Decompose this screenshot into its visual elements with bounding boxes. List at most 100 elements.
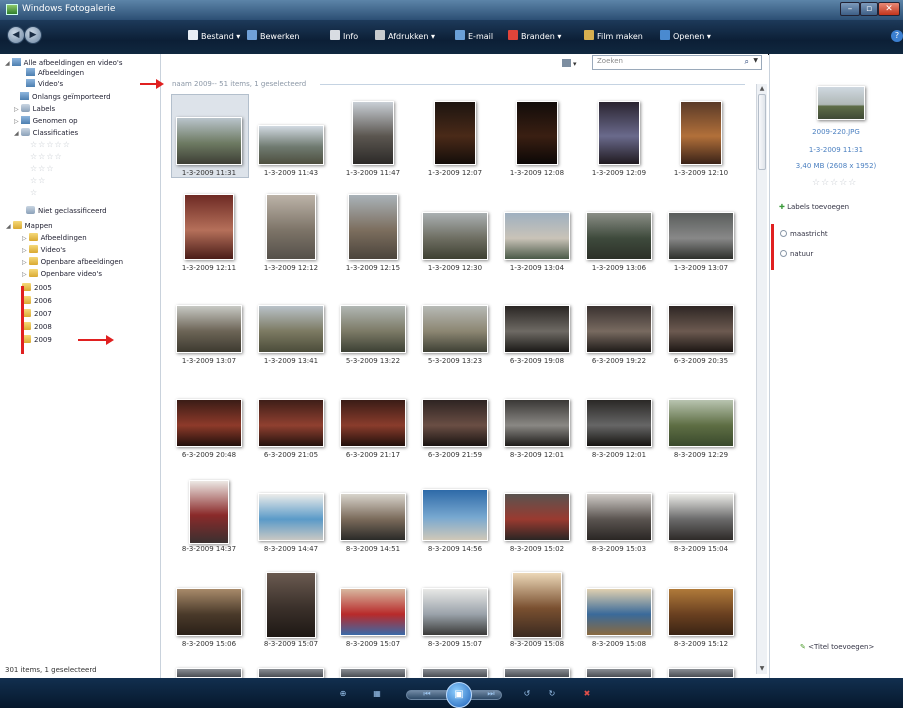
photo-caption[interactable]: 1-3-2009 13:07 — [170, 357, 248, 365]
rating-filter-1-stars[interactable]: ☆ — [30, 188, 38, 197]
photo-thumbnail[interactable] — [422, 399, 488, 447]
toolbar-bewerken-button[interactable]: Bewerken — [247, 30, 300, 44]
photo-caption[interactable]: 1-3-2009 12:30 — [416, 264, 494, 272]
photo-caption[interactable]: 1-3-2009 12:08 — [498, 169, 576, 177]
photo-caption[interactable]: 1-3-2009 12:10 — [662, 169, 740, 177]
photo-caption[interactable]: 8-3-2009 12:01 — [498, 451, 576, 459]
sidebar-item-video-s[interactable]: ▷ Video's — [22, 245, 66, 254]
photo-thumbnail[interactable] — [586, 668, 652, 678]
photo-thumbnail[interactable] — [176, 305, 242, 353]
photo-thumbnail[interactable] — [586, 305, 652, 353]
photo-caption[interactable]: 6-3-2009 19:22 — [580, 357, 658, 365]
sidebar-item-onlangs-ge-mporteerd[interactable]: Onlangs geïmporteerd — [20, 92, 111, 101]
photo-thumbnail[interactable] — [340, 588, 406, 636]
rating-filter-2-stars[interactable]: ☆☆ — [30, 176, 46, 185]
expander-icon[interactable]: ◢ — [14, 130, 19, 137]
photo-thumbnail[interactable] — [504, 305, 570, 353]
photo-caption[interactable]: 1-3-2009 13:04 — [498, 264, 576, 272]
toolbar-film-maken-button[interactable]: Film maken — [584, 30, 643, 44]
expander-icon[interactable]: ▷ — [14, 118, 19, 125]
vertical-scrollbar[interactable]: ▲ ▼ — [756, 84, 767, 674]
photo-caption[interactable]: 8-3-2009 15:08 — [498, 640, 576, 648]
photo-caption[interactable]: 1-3-2009 12:09 — [580, 169, 658, 177]
photo-caption[interactable]: 8-3-2009 15:04 — [662, 545, 740, 553]
photo-thumbnail[interactable] — [504, 668, 570, 678]
sidebar-item-openbare-video-s[interactable]: ▷ Openbare video's — [22, 269, 102, 278]
photo-thumbnail[interactable] — [258, 493, 324, 541]
photo-caption[interactable]: 8-3-2009 15:12 — [662, 640, 740, 648]
photo-caption[interactable]: 1-3-2009 13:06 — [580, 264, 658, 272]
photo-thumbnail[interactable] — [586, 212, 652, 260]
rotate-left-icon[interactable]: ↺ — [520, 688, 534, 700]
photo-thumbnail[interactable] — [586, 588, 652, 636]
sidebar-item-genomen-op[interactable]: ▷ Genomen op — [14, 116, 78, 125]
photo-thumbnail[interactable] — [352, 101, 394, 165]
photo-caption[interactable]: 8-3-2009 14:47 — [252, 545, 330, 553]
photo-caption[interactable]: 8-3-2009 15:06 — [170, 640, 248, 648]
sidebar-item-alle-afbeeldingen-en-video-s[interactable]: ◢ Alle afbeeldingen en video's — [5, 58, 123, 67]
close-button[interactable]: ✕ — [878, 2, 900, 16]
info-datetime[interactable]: 1-3-2009 11:31 — [776, 146, 896, 154]
add-title-link[interactable]: ✎ <Titel toevoegen> — [800, 643, 874, 651]
rotate-right-icon[interactable]: ↻ — [545, 688, 559, 700]
photo-caption[interactable]: 1-3-2009 12:11 — [170, 264, 248, 272]
photo-thumbnail[interactable] — [586, 493, 652, 541]
slideshow-icon[interactable]: ▣ — [446, 682, 472, 708]
toolbar-branden-button[interactable]: Branden ▾ — [508, 30, 561, 44]
search-dropdown-icon[interactable]: ▼ — [753, 57, 758, 64]
photo-thumbnail[interactable] — [422, 668, 488, 678]
photo-caption[interactable]: 1-3-2009 11:47 — [334, 169, 412, 177]
view-options-button[interactable]: ▾ — [562, 59, 584, 71]
toolbar-afdrukken-button[interactable]: Afdrukken ▾ — [375, 30, 435, 44]
rating-filter-4-stars[interactable]: ☆☆☆☆ — [30, 152, 63, 161]
photo-caption[interactable]: 5-3-2009 13:22 — [334, 357, 412, 365]
photo-thumbnail[interactable] — [422, 588, 488, 636]
photo-thumbnail[interactable] — [258, 668, 324, 678]
photo-thumbnail[interactable] — [434, 101, 476, 165]
photo-caption[interactable]: 8-3-2009 15:07 — [334, 640, 412, 648]
photo-caption[interactable]: 1-3-2009 12:15 — [334, 264, 412, 272]
photo-caption[interactable]: 1-3-2009 13:07 — [662, 264, 740, 272]
photo-caption[interactable]: 6-3-2009 21:05 — [252, 451, 330, 459]
photo-thumbnail[interactable] — [176, 588, 242, 636]
photo-caption[interactable]: 8-3-2009 12:01 — [580, 451, 658, 459]
scrollbar-thumb[interactable] — [758, 94, 766, 170]
sidebar-item-video-s[interactable]: Video's — [26, 79, 63, 88]
sidebar-item-labels[interactable]: ▷ Labels — [14, 104, 55, 113]
photo-thumbnail[interactable] — [258, 399, 324, 447]
scroll-up-icon[interactable]: ▲ — [757, 84, 767, 94]
photo-thumbnail[interactable] — [422, 212, 488, 260]
sidebar-item-2007[interactable]: 2007 — [22, 309, 52, 318]
scroll-down-icon[interactable]: ▼ — [757, 664, 767, 674]
photo-thumbnail[interactable] — [258, 125, 324, 165]
toolbar-e-mail-button[interactable]: E-mail — [455, 30, 493, 44]
photo-thumbnail[interactable] — [586, 399, 652, 447]
toolbar-bestand-button[interactable]: Bestand ▾ — [188, 30, 240, 44]
expander-icon[interactable]: ▷ — [14, 106, 19, 113]
photo-thumbnail[interactable] — [176, 117, 242, 165]
add-labels-link[interactable]: ✚ Labels toevoegen — [779, 203, 849, 211]
photo-thumbnail[interactable] — [668, 493, 734, 541]
photo-thumbnail[interactable] — [668, 305, 734, 353]
photo-caption[interactable]: 6-3-2009 19:08 — [498, 357, 576, 365]
photo-caption[interactable]: 8-3-2009 15:03 — [580, 545, 658, 553]
sidebar-item-classificaties[interactable]: ◢ Classificaties — [14, 128, 78, 137]
rating-filter-3-stars[interactable]: ☆☆☆ — [30, 164, 55, 173]
search-input[interactable]: Zoeken ⌕ ▼ — [592, 55, 762, 70]
expander-icon[interactable]: ◢ — [5, 60, 10, 67]
zoom-icon[interactable]: ⊕ — [336, 688, 350, 700]
photo-thumbnail[interactable] — [189, 480, 229, 544]
photo-caption[interactable]: 8-3-2009 15:08 — [580, 640, 658, 648]
photo-thumbnail[interactable] — [504, 212, 570, 260]
expander-icon[interactable]: ▷ — [22, 259, 27, 266]
photo-thumbnail[interactable] — [516, 101, 558, 165]
photo-thumbnail[interactable] — [184, 194, 234, 260]
photo-thumbnail[interactable] — [176, 399, 242, 447]
photo-thumbnail[interactable] — [348, 194, 398, 260]
photo-caption[interactable]: 8-3-2009 14:37 — [170, 545, 248, 553]
photo-caption[interactable]: 8-3-2009 15:02 — [498, 545, 576, 553]
group-header[interactable]: naam 2009-- 51 items, 1 geselecteerd — [172, 80, 306, 88]
photo-thumbnail[interactable] — [668, 399, 734, 447]
photo-thumbnail[interactable] — [340, 493, 406, 541]
sidebar-item-niet-geclassificeerd[interactable]: Niet geclassificeerd — [26, 206, 107, 215]
